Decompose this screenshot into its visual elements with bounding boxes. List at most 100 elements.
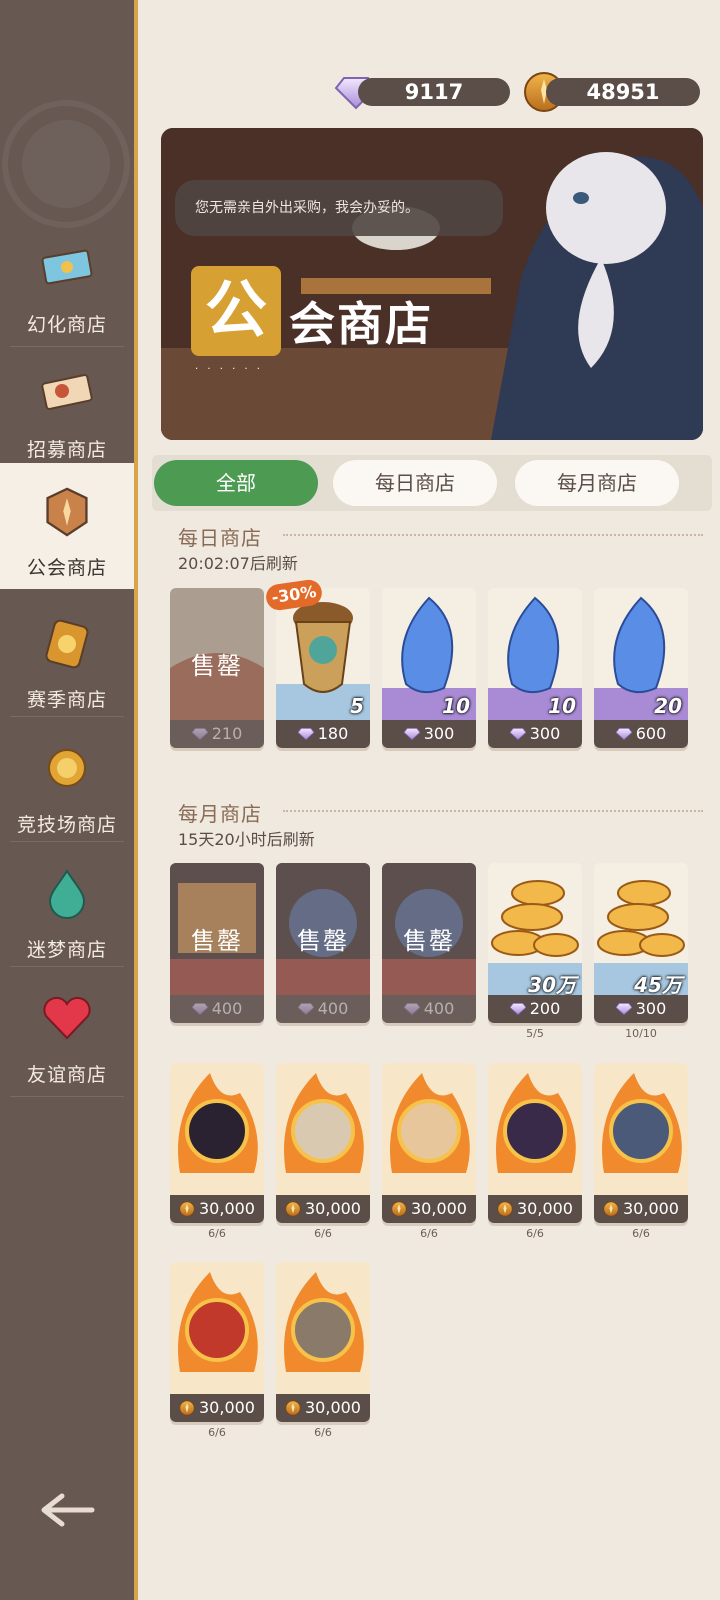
tab-all[interactable]: 全部 [154,460,318,506]
purchase-limit: 6/6 [420,1227,438,1240]
diamond-count: 9117 [358,78,510,106]
guild-shop-banner: 您无需亲自外出采购，我会办妥的。 公 会商店 · · · · · · [161,128,703,440]
price-value: 200 [529,999,561,1018]
guild-coin-count: 48951 [546,78,700,106]
purchase-limit: 6/6 [632,1227,650,1240]
card-frame: 30,000 [170,1063,264,1223]
tab-daily-shop[interactable]: 每日商店 [333,460,497,506]
price-value: 300 [635,999,667,1018]
item-price: 30,000 [170,1394,264,1422]
diamond-icon [298,728,314,740]
card-frame: 400 售罄 [170,863,264,1023]
guild-coin-icon [285,1201,301,1217]
diamond-icon [616,1003,632,1015]
item-price: 30,000 [382,1195,476,1223]
hero-card[interactable]: 30,000 6/6 [488,1063,582,1240]
sold-out-label: 售罄 [297,927,349,955]
purchase-limit: 5/5 [526,1027,544,1040]
shop-item-card[interactable]: 400 售罄 [382,863,476,1023]
hero-card[interactable]: 30,000 6/6 [276,1063,370,1240]
shop-item-card[interactable]: 10 300 [382,588,476,748]
back-arrow-icon[interactable] [38,1490,98,1530]
guild-coin-icon [391,1201,407,1217]
hero-portrait-icon [170,1262,264,1394]
price-value: 300 [529,724,561,743]
card-frame: 45万 300 [594,863,688,1023]
card-frame: 30,000 [382,1063,476,1223]
hero-card[interactable]: 30,000 6/6 [170,1063,264,1240]
hero-card[interactable]: 30,000 6/6 [594,1063,688,1240]
recruit-ticket-icon [41,374,93,410]
season-token-icon [45,619,89,669]
shop-item-card[interactable]: 210 售罄 [170,588,264,748]
sidebar-item-dream-shop[interactable]: 迷梦商店 [0,845,134,971]
sidebar-item-season-shop[interactable]: 赛季商店 [0,595,134,721]
card-frame: 400 售罄 [276,863,370,1023]
section-divider [283,810,703,814]
hero-card[interactable]: 30,000 6/6 [276,1262,370,1439]
shop-item-card[interactable]: 400 售罄 [170,863,264,1023]
hero-portrait-icon [276,1063,370,1195]
card-frame: 20 600 [594,588,688,748]
sidebar-item-guild-shop[interactable]: 公会商店 [0,463,134,589]
sidebar-item-recruit-shop[interactable]: 招募商店 [0,345,134,471]
purchase-limit: 6/6 [208,1426,226,1439]
guild-coin-icon [497,1201,513,1217]
card-frame: 30万 200 [488,863,582,1023]
hero-portrait-icon [170,1063,264,1195]
card-frame: 30,000 [276,1262,370,1422]
card-frame: 30,000 [170,1262,264,1422]
price-value: 30,000 [411,1199,467,1218]
purchase-limit: 6/6 [314,1227,332,1240]
sidebar-item-label: 赛季商店 [26,689,107,711]
monthly-refresh-timer: 15天20小时后刷新 [178,830,315,849]
shop-item-card[interactable]: 5 180 -30% [264,578,370,748]
tab-monthly-shop[interactable]: 每月商店 [515,460,679,506]
item-price: 30,000 [170,1195,264,1223]
banner-dots: · · · · · · [195,364,263,375]
item-price: 300 [488,720,582,748]
sidebar-item-arena-shop[interactable]: 竞技场商店 [0,720,134,846]
price-value: 30,000 [517,1199,573,1218]
hero-card[interactable]: 30,000 6/6 [170,1262,264,1439]
item-price: 600 [594,720,688,748]
card-frame: 400 售罄 [382,863,476,1023]
guild-coin-icon [179,1201,195,1217]
item-price: 30,000 [276,1195,370,1223]
shop-item-card[interactable]: 45万 300 10/10 [594,863,688,1040]
purchase-limit: 6/6 [314,1426,332,1439]
card-frame: 30,000 [594,1063,688,1223]
monthly-shop-title: 每月商店 [178,802,262,826]
dream-drop-icon [48,869,86,919]
sidebar-item-friendship-shop[interactable]: 友谊商店 [0,970,134,1096]
sidebar-item-label: 招募商店 [26,439,107,461]
sidebar-item-label: 友谊商店 [26,1064,107,1086]
price-value: 300 [423,724,455,743]
sidebar: 幻化商店 招募商店 公会商店 赛季商店 竞技场商店 迷梦商店 友谊商店 [0,0,138,1600]
price-value: 30,000 [199,1398,255,1417]
card-frame: 210 售罄 [170,588,264,748]
hero-card[interactable]: 30,000 6/6 [382,1063,476,1240]
hero-portrait-icon [488,1063,582,1195]
daily-shop-title: 每日商店 [178,526,262,550]
sold-out-label: 售罄 [403,927,455,955]
compass-decoration-inner [22,120,110,208]
ticket-icon [41,249,93,285]
shop-item-card[interactable]: 20 600 [594,588,688,748]
shop-tab-bar: 全部 每日商店 每月商店 [152,455,712,511]
item-price: 300 [594,995,688,1023]
card-frame: 30,000 [276,1063,370,1223]
shop-item-card[interactable]: 400 售罄 [276,863,370,1023]
divider [10,716,124,717]
price-value: 600 [635,724,667,743]
item-price: 180 [276,720,370,748]
price-value: 30,000 [623,1199,679,1218]
shop-item-card[interactable]: 10 300 [488,588,582,748]
purchase-limit: 6/6 [208,1227,226,1240]
item-quantity: 10 [442,694,470,718]
sidebar-item-illusion-shop[interactable]: 幻化商店 [0,220,134,346]
diamond-icon [404,728,420,740]
item-quantity: 45万 [634,973,682,997]
hero-portrait-icon [594,1063,688,1195]
shop-item-card[interactable]: 30万 200 5/5 [488,863,582,1040]
